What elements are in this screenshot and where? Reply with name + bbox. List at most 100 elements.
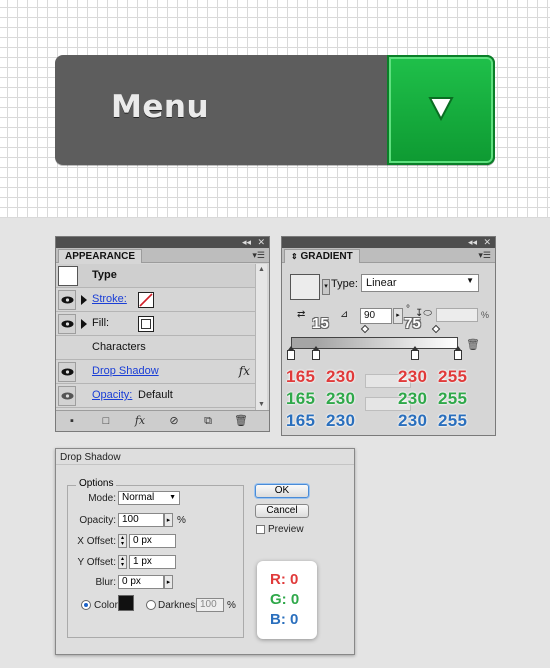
gradient-preview-swatch[interactable] (290, 274, 320, 300)
stroke-link[interactable]: Stroke: (92, 293, 127, 305)
red-value: R: 0 (270, 571, 299, 588)
close-icon[interactable]: ✕ (257, 237, 265, 248)
panel-menu-icon[interactable]: ▾☰ (478, 250, 491, 261)
gradient-type-select[interactable]: Linear ▼ (361, 274, 479, 292)
chevron-down-icon: ▼ (169, 494, 176, 501)
appearance-row-type[interactable]: Type (56, 264, 256, 288)
eye-icon[interactable] (58, 290, 76, 310)
add-new-fill-icon[interactable]: □ (100, 415, 112, 427)
duplicate-item-icon[interactable]: ⧉ (202, 415, 214, 427)
collapse-icon[interactable]: ◂◂ (468, 237, 477, 248)
mode-select[interactable]: Normal ▼ (118, 491, 180, 505)
y-offset-field[interactable]: 1 px (129, 555, 176, 569)
y-offset-label: Y Offset: (77, 557, 116, 568)
chevron-down-icon: ▼ (466, 276, 474, 285)
appearance-list: Type Stroke: Fill: Characters Drop Shado… (56, 264, 256, 408)
appearance-panel: ◂◂ ✕ APPEARANCE ▾☰ Type Stroke: Fill: Ch… (55, 236, 270, 432)
delete-stop-icon[interactable]: 🗑 (466, 338, 480, 351)
blue-value: 230 (398, 411, 428, 430)
percent-symbol: % (481, 310, 490, 320)
gradient-stop[interactable] (411, 346, 419, 360)
red-value: 230 (326, 367, 356, 386)
gradient-type-value: Linear (366, 277, 397, 289)
gradient-panel: ◂◂ ✕ ⇕ GRADIENT ▾☰ ▾ Type: Linear ▼ ⇄ 15… (281, 236, 496, 436)
preview-checkbox[interactable] (256, 525, 265, 534)
drop-shadow-dialog: Drop Shadow Options Mode: Normal ▼ Opaci… (55, 448, 355, 655)
drop-shadow-link[interactable]: Drop Shadow (92, 365, 159, 377)
appearance-row-fill[interactable]: Fill: (56, 312, 256, 336)
artboard-grid: Menu (0, 0, 550, 218)
collapse-icon[interactable]: ◂◂ (242, 237, 251, 248)
fill-swatch[interactable] (138, 316, 154, 332)
shadow-color-swatch[interactable] (118, 595, 134, 611)
midpoint-diamond-right[interactable] (431, 324, 441, 334)
darkness-radio[interactable] (146, 600, 156, 610)
disclosure-triangle-icon[interactable] (81, 319, 87, 329)
opacity-value: Default (138, 389, 173, 401)
gradient-stop[interactable] (454, 346, 462, 360)
type-label: Type (92, 269, 117, 281)
panel-tabrow: APPEARANCE ▾☰ (56, 248, 269, 263)
location-field[interactable] (436, 308, 478, 322)
ok-button[interactable]: OK (255, 484, 309, 498)
gradient-preset-dropdown-icon[interactable]: ▾ (322, 279, 330, 295)
blue-value: 165 (286, 411, 316, 430)
reverse-gradient-icon[interactable]: ⇄ (297, 309, 305, 320)
eye-icon[interactable] (58, 314, 76, 334)
appearance-row-opacity[interactable]: Opacity: Default (56, 384, 256, 408)
tab-appearance[interactable]: APPEARANCE (58, 249, 143, 263)
cancel-button[interactable]: Cancel (255, 504, 309, 518)
color-label: Color: (94, 600, 121, 611)
blur-dropdown-icon[interactable]: ▸ (164, 575, 173, 589)
tab-gradient[interactable]: ⇕ GRADIENT (284, 249, 360, 263)
title-separator (56, 464, 354, 465)
eye-icon[interactable] (58, 362, 76, 382)
scroll-up-icon[interactable]: ▲ (258, 266, 265, 273)
add-new-stroke-icon[interactable]: ▪ (66, 415, 78, 427)
annotation-left-percent: 15 (312, 315, 329, 332)
type-thumbnail (58, 266, 78, 286)
preview-label: Preview (268, 524, 304, 535)
blur-field[interactable]: 0 px (118, 575, 164, 589)
panel-topbar: ◂◂ ✕ (56, 237, 269, 248)
delete-item-icon[interactable]: 🗑 (234, 415, 248, 427)
gradient-stop[interactable] (287, 346, 295, 360)
gradient-stop[interactable] (312, 346, 320, 360)
appearance-scrollbar[interactable]: ▲ ▼ (255, 264, 267, 410)
close-icon[interactable]: ✕ (483, 237, 491, 248)
opacity-field[interactable]: 100 (118, 513, 164, 527)
x-offset-stepper[interactable]: ▴ ▾ (118, 534, 127, 548)
x-offset-field[interactable]: 0 px (129, 534, 176, 548)
fx-menu-icon[interactable]: fx (134, 415, 146, 427)
down-triangle-icon (428, 97, 454, 122)
appearance-footer: ▪ □ fx ⊘ ⧉ 🗑 (56, 410, 269, 431)
appearance-row-stroke[interactable]: Stroke: (56, 288, 256, 312)
opacity-link[interactable]: Opacity: (92, 389, 132, 401)
opacity-dropdown-icon[interactable]: ▸ (164, 513, 173, 527)
disclosure-triangle-icon[interactable] (81, 295, 87, 305)
degree-symbol: ° (406, 304, 410, 315)
tab-toggle-icon: ⇕ (291, 252, 298, 261)
blue-value: B: 0 (270, 611, 299, 628)
green-value: 255 (438, 389, 468, 408)
clear-appearance-icon[interactable]: ⊘ (168, 415, 180, 427)
fx-icon[interactable]: fx (239, 364, 250, 378)
appearance-row-drop-shadow[interactable]: Drop Shadow fx (56, 360, 256, 384)
midpoint-diamond-left[interactable] (360, 324, 370, 334)
tab-gradient-label: GRADIENT (300, 251, 353, 262)
type-label: Type: (331, 278, 358, 290)
scroll-down-icon[interactable]: ▼ (258, 401, 265, 408)
stroke-none-swatch[interactable] (138, 292, 154, 308)
opacity-unit: % (177, 515, 186, 526)
eye-icon[interactable] (58, 386, 76, 406)
menu-button-preview: Menu (55, 55, 495, 165)
angle-field[interactable]: 90 (360, 308, 392, 324)
y-offset-stepper[interactable]: ▴ ▾ (118, 555, 127, 569)
appearance-row-characters[interactable]: Characters (56, 336, 256, 360)
panel-menu-icon[interactable]: ▾☰ (252, 250, 265, 261)
darkness-field[interactable]: 100 (196, 598, 224, 612)
fill-label: Fill: (92, 317, 110, 329)
angle-dropdown-icon[interactable]: ▸ (393, 308, 403, 324)
shadow-rgb-card: R: 0 G: 0 B: 0 (257, 561, 317, 639)
color-radio[interactable] (81, 600, 91, 610)
